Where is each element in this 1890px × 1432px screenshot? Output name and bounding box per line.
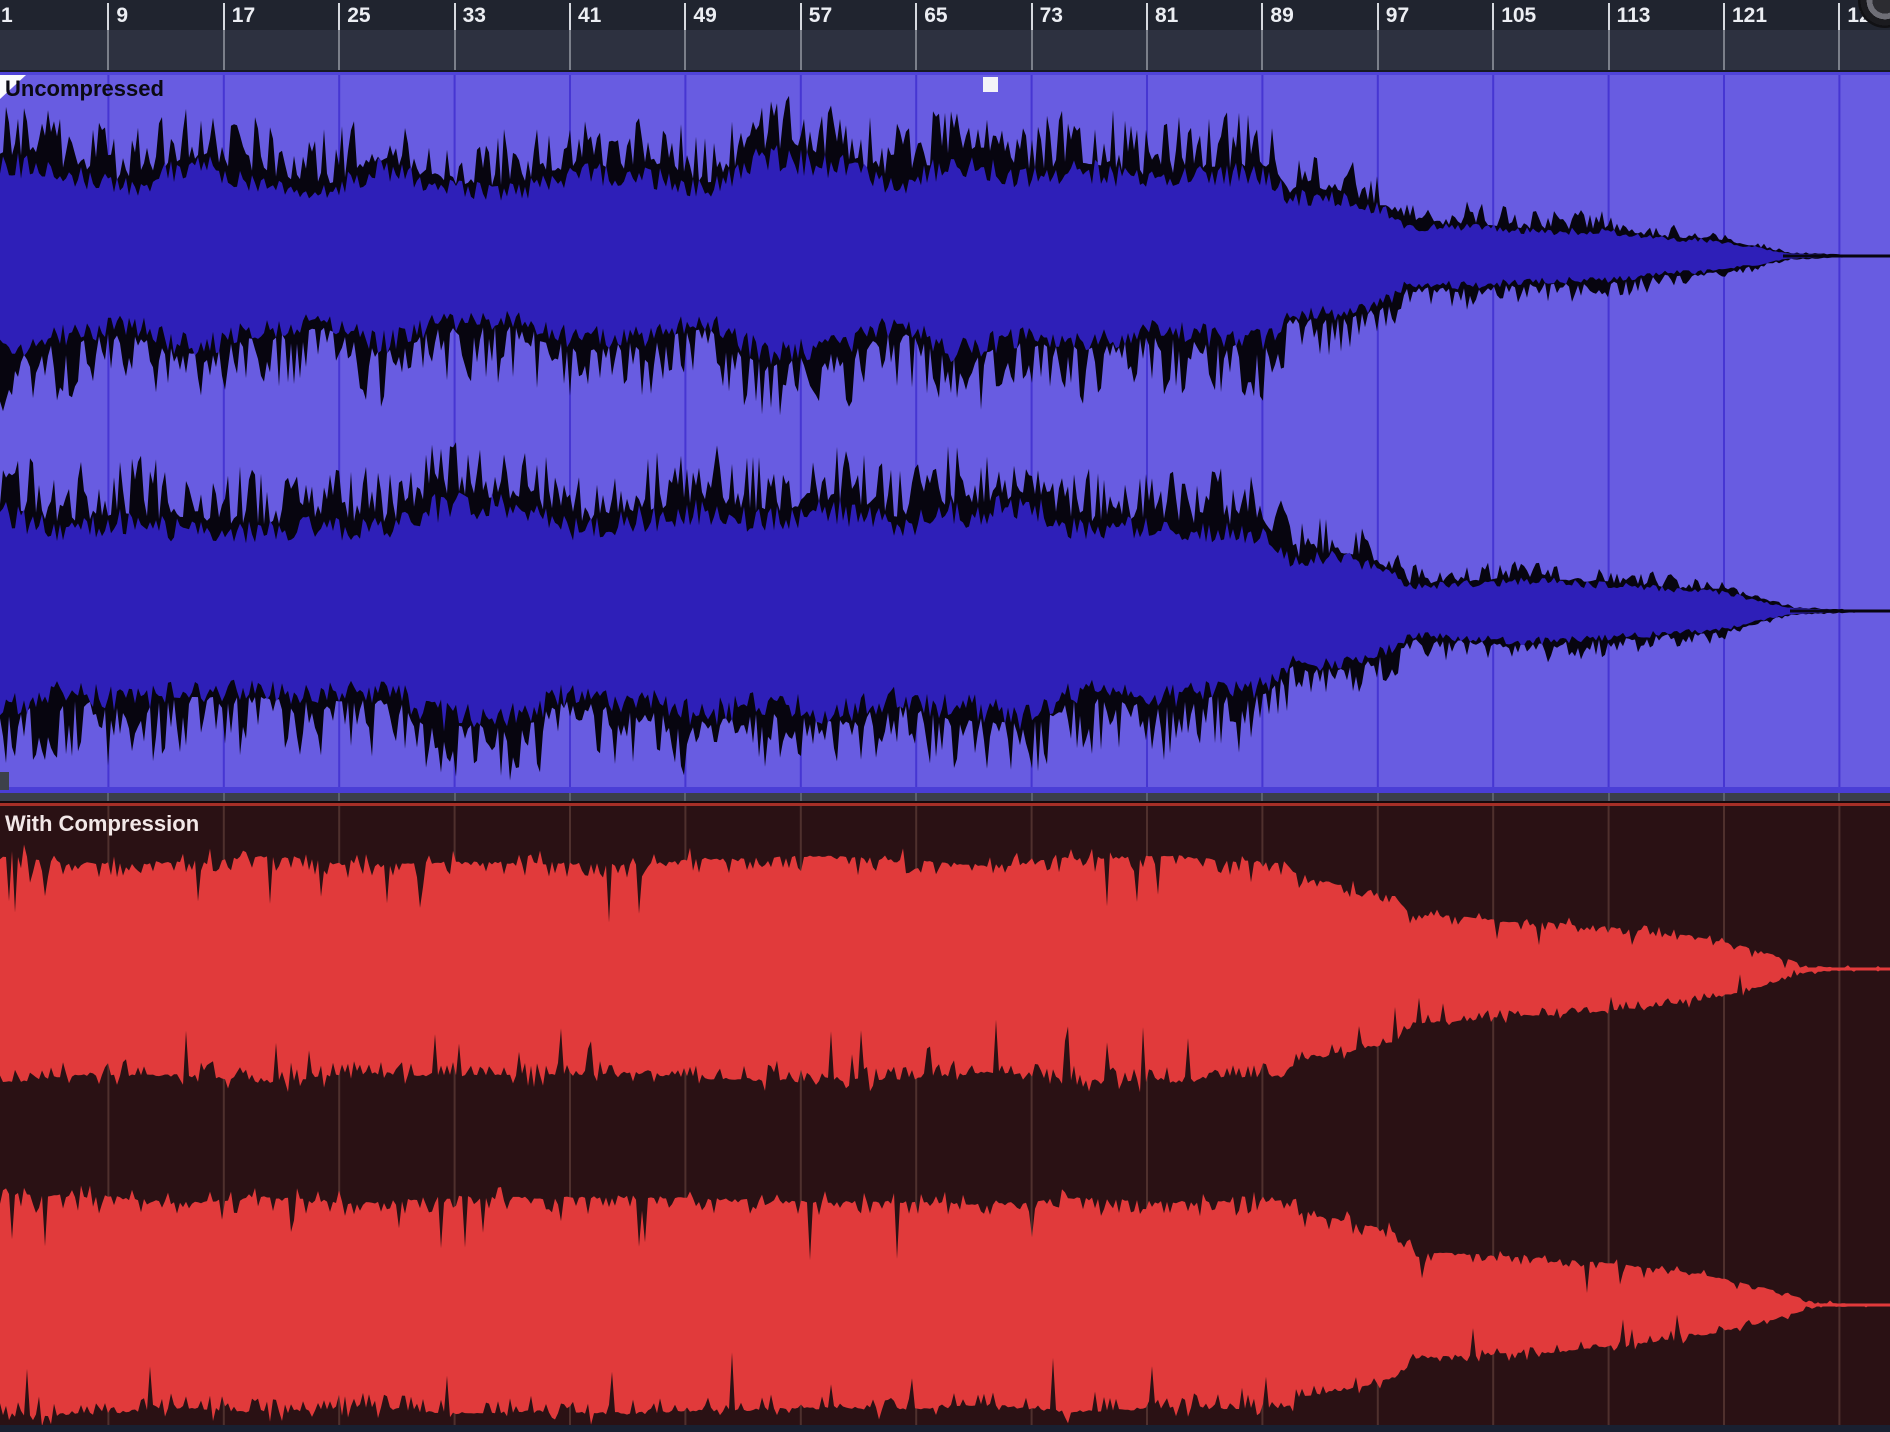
clip-with-compression[interactable]: With Compression [0,801,1890,1425]
bar-number-label: 105 [1501,3,1536,28]
bar-number-label: 113 [1617,3,1651,28]
bar-number-label: 89 [1270,3,1293,28]
separator-tick [454,793,456,801]
separator-tick [915,793,917,801]
beat-tick [107,30,109,70]
bar-number-label: 33 [463,3,486,28]
separator-tick [107,793,109,801]
beat-tick [454,30,456,70]
ruler-beat-row[interactable] [0,30,1890,70]
separator-tick [684,793,686,801]
separator-tick [569,793,571,801]
waveform-uncompressed [0,72,1890,793]
separator-tick [1838,793,1840,801]
snap-point-marker[interactable] [983,77,998,92]
bar-number-label: 73 [1040,3,1063,28]
bar-number-label: 97 [1386,3,1409,28]
clip-top-border [0,803,1890,806]
bar-tick [684,3,686,30]
separator-tick [1723,793,1725,801]
bar-tick [223,3,225,30]
clip-resize-handle[interactable] [0,772,9,790]
beat-tick [915,30,917,70]
bar-number-label: 81 [1155,3,1178,28]
beat-tick [223,30,225,70]
bar-number-label: 1 [1,3,13,28]
beat-tick [684,30,686,70]
bar-tick [1031,3,1033,30]
bar-tick [1492,3,1494,30]
lane-background-strip [0,1425,1890,1432]
bar-tick [915,3,917,30]
bar-number-label: 57 [809,3,832,28]
beat-tick [800,30,802,70]
separator-tick [1492,793,1494,801]
bar-tick [338,3,340,30]
bar-tick [1261,3,1263,30]
separator-tick [223,793,225,801]
beat-tick [1146,30,1148,70]
ruler-bar-number-row[interactable]: 191725334149576573818997105113121129 [0,0,1890,30]
bar-tick [800,3,802,30]
beat-tick [1261,30,1263,70]
clip-name-label: With Compression [5,811,199,837]
beat-tick [338,30,340,70]
beat-tick [1723,30,1725,70]
bar-tick [107,3,109,30]
separator-tick [1261,793,1263,801]
beat-tick [1492,30,1494,70]
bar-tick [454,3,456,30]
bar-number-label: 41 [578,3,601,28]
separator-tick [1031,793,1033,801]
daw-arrange-view: 191725334149576573818997105113121129 Unc… [0,0,1890,1432]
bar-tick [1723,3,1725,30]
bar-number-label: 25 [347,3,370,28]
bar-number-label: 49 [693,3,716,28]
bar-tick [569,3,571,30]
separator-tick [1146,793,1148,801]
separator-tick [800,793,802,801]
bar-number-label: 65 [924,3,947,28]
timeline-ruler[interactable]: 191725334149576573818997105113121129 [0,0,1890,72]
separator-tick [1608,793,1610,801]
bar-number-label: 17 [232,3,255,28]
beat-tick [569,30,571,70]
beat-tick [1377,30,1379,70]
beat-tick [1608,30,1610,70]
bar-tick [1838,3,1840,30]
bar-number-label: 9 [116,3,128,28]
beat-tick [1838,30,1840,70]
waveform-compressed [0,801,1890,1425]
track-separator [0,793,1890,801]
bar-tick [1146,3,1148,30]
bar-tick [1608,3,1610,30]
clip-uncompressed[interactable]: Uncompressed [0,72,1890,793]
beat-tick [1031,30,1033,70]
bar-tick [1377,3,1379,30]
separator-tick [1377,793,1379,801]
separator-tick [338,793,340,801]
bar-number-label: 121 [1732,3,1767,28]
clip-name-label: Uncompressed [5,76,164,102]
clip-top-border [0,72,1890,75]
